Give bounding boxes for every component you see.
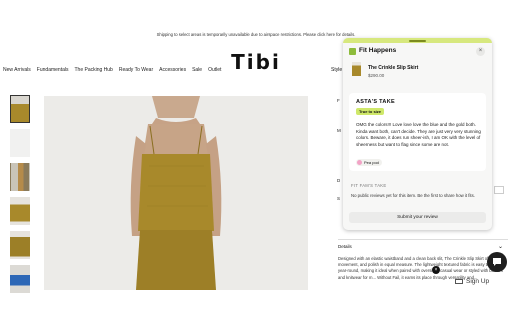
thumbnail-image[interactable] <box>10 95 30 123</box>
pea-pod-avatar-icon <box>357 160 362 165</box>
nav-item-accessories[interactable]: Accessories <box>159 67 186 73</box>
product-title-partial: F <box>337 98 340 103</box>
size-option-partial[interactable] <box>494 186 504 194</box>
divider <box>338 239 508 240</box>
banner-text[interactable]: Shipping to select areas is temporarily … <box>0 32 512 37</box>
close-icon[interactable]: × <box>432 266 440 274</box>
thumbnail-image[interactable] <box>10 163 30 191</box>
pea-pod-tag[interactable]: Pea pod <box>356 159 382 166</box>
fit-happens-logo-icon <box>349 48 356 55</box>
panel-title: Fit Happens <box>359 47 397 54</box>
nav-item-packing-hub[interactable]: The Packing Hub <box>74 67 112 73</box>
fit-badge: True to size <box>356 108 385 115</box>
nav-item-sale[interactable]: Sale <box>192 67 202 73</box>
nav-item-outlet[interactable]: Outlet <box>208 67 221 73</box>
signup-link[interactable]: Sign Up <box>455 278 489 285</box>
model-illustration <box>44 96 308 290</box>
nav-item-new-arrivals[interactable]: New Arrivals <box>3 67 31 73</box>
nav-item-ready-to-wear[interactable]: Ready To Wear <box>119 67 153 73</box>
astas-take-heading: ASTA'S TAKE <box>356 99 395 105</box>
store-logo[interactable]: Tibi <box>228 50 284 74</box>
astas-take-text: OMG the colors!!! Love love love the blu… <box>356 122 481 147</box>
drag-handle[interactable] <box>409 39 426 42</box>
main-nav: New Arrivals Fundamentals The Packing Hu… <box>3 67 221 73</box>
nav-item-fundamentals[interactable]: Fundamentals <box>37 67 69 73</box>
pea-pod-label: Pea pod <box>364 160 379 165</box>
signup-label: Sign Up <box>466 278 490 285</box>
product-label-partial: D <box>337 178 341 183</box>
mail-icon <box>455 279 463 284</box>
close-icon[interactable]: × <box>476 47 485 56</box>
announcement-banner: Shipping to select areas is temporarily … <box>0 0 512 40</box>
product-name: The Crinkle Slip Skirt <box>368 65 419 71</box>
details-heading[interactable]: Details <box>338 244 352 249</box>
nav-item-style[interactable]: Style <box>331 67 342 73</box>
product-price: $290.00 <box>368 73 385 78</box>
chat-bubble-icon <box>493 258 501 266</box>
chat-button[interactable] <box>487 252 507 272</box>
product-label-partial: M <box>337 128 341 133</box>
fit-happens-panel: Fit Happens × The Crinkle Slip Skirt $29… <box>343 38 492 230</box>
thumbnail-image[interactable] <box>10 129 30 157</box>
product-main-image[interactable] <box>44 96 308 290</box>
fan-take-heading: FIT FAM'S TAKE <box>351 183 387 188</box>
astas-take-card: ASTA'S TAKE True to size OMG the colors!… <box>349 93 486 171</box>
submit-review-button[interactable]: Submit your review <box>349 212 486 223</box>
fan-take-text: No public reviews yet for this item. Be … <box>351 193 475 198</box>
product-thumbnail <box>352 62 361 76</box>
product-label-partial: S <box>337 196 341 201</box>
thumbnail-gallery <box>10 95 32 299</box>
thumbnail-image[interactable] <box>10 265 30 293</box>
product-card: The Crinkle Slip Skirt $290.00 <box>349 60 486 80</box>
chevron-down-icon[interactable]: ⌄ <box>498 243 503 250</box>
thumbnail-image[interactable] <box>10 231 30 259</box>
thumbnail-image[interactable] <box>10 197 30 225</box>
